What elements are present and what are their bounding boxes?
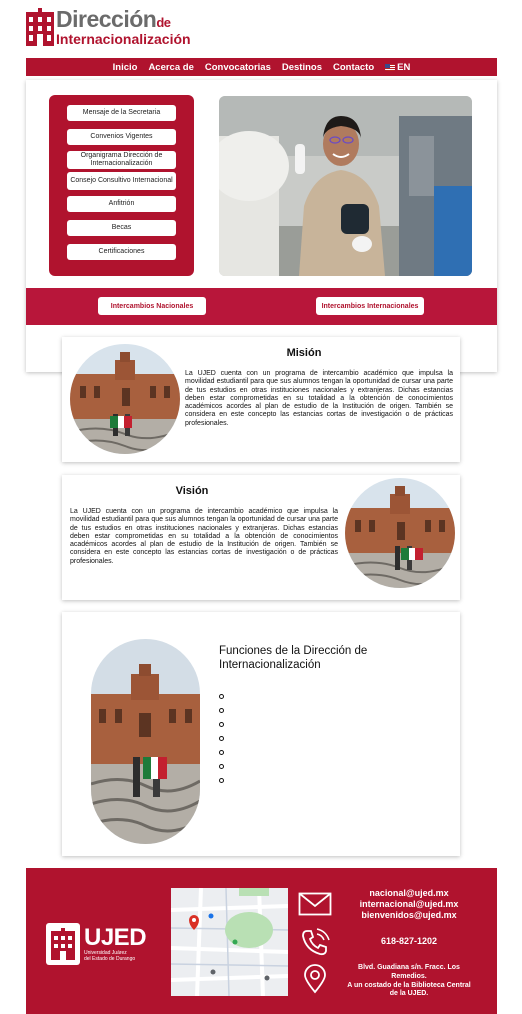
list-bullet	[219, 764, 224, 769]
mision-text: La UJED cuenta con un programa de interc…	[185, 370, 453, 427]
list-bullet	[219, 708, 224, 713]
funciones-list	[219, 694, 224, 792]
vision-text: La UJED cuenta con un programa de interc…	[70, 508, 338, 565]
nav-acerca-de[interactable]: Acerca de	[148, 62, 193, 73]
list-bullet	[219, 694, 224, 699]
plaza-photo-illustration	[70, 344, 180, 454]
building-logo-icon	[26, 8, 54, 46]
nav-inicio[interactable]: Inicio	[113, 62, 138, 73]
mision-photo	[70, 344, 180, 454]
mision-card: Misión La UJED cuenta con un programa de…	[62, 337, 460, 462]
phone-icon	[302, 928, 330, 956]
email-nacional[interactable]: nacional@ujed.mx	[344, 888, 474, 899]
menu-becas[interactable]: Becas	[67, 220, 176, 236]
nav-destinos[interactable]: Destinos	[282, 62, 322, 73]
ujed-name: UJED	[84, 924, 147, 951]
phone-number[interactable]: 618-827-1202	[344, 936, 474, 946]
menu-mensaje-secretaria[interactable]: Mensaje de la Secretaria	[67, 105, 176, 121]
nav-convocatorias[interactable]: Convocatorias	[205, 62, 271, 73]
intercambios-internacionales-button[interactable]: Intercambios Internacionales	[316, 297, 424, 315]
top-card: Mensaje de la Secretaria Convenios Vigen…	[26, 80, 497, 372]
funciones-title: Funciones de la Dirección de Internacion…	[219, 645, 368, 672]
plaza-photo-illustration	[91, 639, 200, 844]
hero-photo-illustration	[219, 96, 472, 276]
funciones-card: Funciones de la Dirección de Internacion…	[62, 612, 460, 856]
logo-subtitle: Internacionalización	[56, 31, 191, 47]
list-bullet	[219, 778, 224, 783]
email-internacional[interactable]: internacional@ujed.mx	[344, 899, 474, 910]
list-bullet	[219, 722, 224, 727]
exchange-band: Intercambios Nacionales Intercambios Int…	[26, 288, 497, 325]
address-line4: de la UJED.	[389, 990, 429, 998]
site-logo[interactable]: Direcciónde Internacionalización	[26, 8, 191, 46]
map-illustration	[171, 888, 288, 996]
nav-contacto[interactable]: Contacto	[333, 62, 374, 73]
language-label: EN	[397, 61, 411, 73]
vision-photo	[345, 478, 455, 588]
location-pin-icon	[304, 964, 326, 994]
intercambios-nacionales-button[interactable]: Intercambios Nacionales	[98, 297, 206, 315]
address-line3: A un costado de la Biblioteca Central	[347, 981, 471, 989]
email-list: nacional@ujed.mx internacional@ujed.mx b…	[344, 888, 474, 920]
address: Blvd. Guadiana s/n. Fracc. Los Remedios.…	[338, 964, 480, 999]
ujed-sub2: del Estado de Durango	[84, 956, 136, 962]
menu-consejo-consultivo[interactable]: Consejo Consultivo Internacional	[67, 172, 176, 190]
funciones-photo	[91, 639, 200, 844]
plaza-photo-illustration	[345, 478, 455, 588]
address-line1: Blvd. Guadiana s/n. Fracc. Los	[358, 964, 460, 971]
language-switch[interactable]: EN	[385, 62, 410, 73]
page: Direcciónde Internacionalización Inicio …	[0, 0, 522, 1014]
logo-title: Dirección	[56, 6, 157, 32]
list-bullet	[219, 750, 224, 755]
footer: UJED Universidad Juárez del Estado de Du…	[26, 868, 497, 1014]
menu-anfitrion[interactable]: Anfitrión	[67, 196, 176, 212]
main-nav: Inicio Acerca de Convocatorias Destinos …	[26, 58, 497, 76]
logo-de: de	[156, 15, 171, 30]
mail-icon	[298, 892, 332, 916]
menu-certificaciones[interactable]: Certificaciones	[67, 244, 176, 260]
menu-organigrama[interactable]: Organigrama Dirección de Internacionaliz…	[67, 151, 176, 169]
ujed-badge-icon	[46, 923, 80, 965]
mision-title: Misión	[286, 347, 322, 359]
address-line2: Remedios.	[391, 972, 427, 980]
list-bullet	[219, 736, 224, 741]
ujed-logo[interactable]: UJED Universidad Juárez del Estado de Du…	[46, 923, 147, 965]
email-bienvenidos[interactable]: bienvenidos@ujed.mx	[344, 910, 474, 921]
vision-title: Visión	[175, 485, 209, 497]
menu-convenios-vigentes[interactable]: Convenios Vigentes	[67, 129, 176, 145]
location-map[interactable]	[171, 888, 288, 996]
vision-card: Visión La UJED cuenta con un programa de…	[62, 475, 460, 600]
us-flag-icon	[385, 63, 396, 71]
side-menu: Mensaje de la Secretaria Convenios Vigen…	[49, 95, 194, 276]
hero-photo	[219, 96, 472, 276]
